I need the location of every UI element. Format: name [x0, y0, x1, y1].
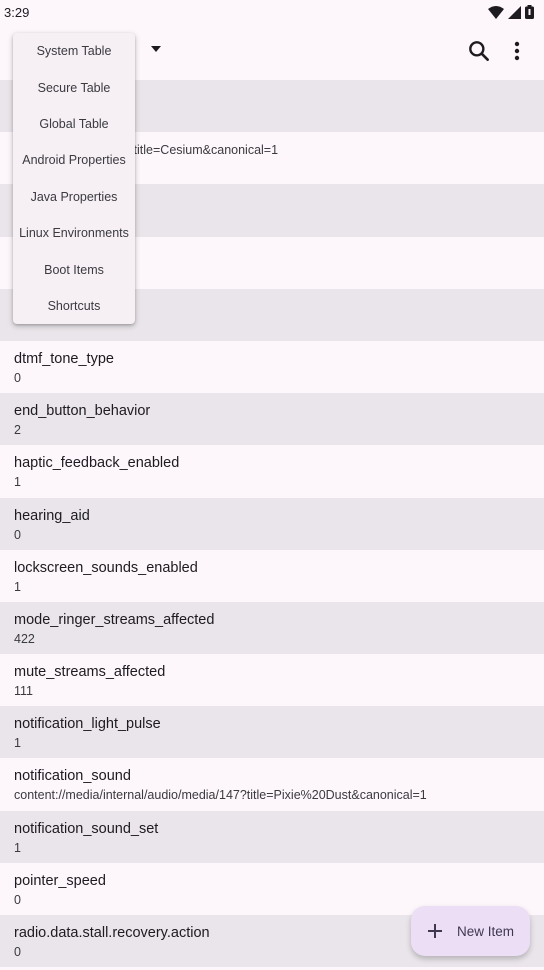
list-item-value: 1 — [14, 475, 21, 490]
list-item-key: lockscreen_sounds_enabled — [14, 559, 198, 576]
list-item-key: mode_ringer_streams_affected — [14, 611, 215, 628]
list-item[interactable]: mute_streams_affected 111 — [0, 654, 544, 706]
menu-item-linux-environments[interactable]: Linux Environments — [13, 215, 135, 251]
list-item[interactable]: notification_sound_set 1 — [0, 810, 544, 863]
list-item-key: notification_sound_set — [14, 820, 159, 837]
list-item-value: 0 — [14, 370, 21, 385]
status-bar: 3:29 — [0, 0, 544, 24]
list-item-value: 1 — [14, 736, 21, 751]
list-item-key: haptic_feedback_enabled — [14, 455, 180, 472]
list-item[interactable]: notification_sound content://media/intern… — [0, 758, 544, 810]
status-icons — [488, 5, 534, 19]
menu-item-shortcuts[interactable]: Shortcuts — [13, 288, 135, 324]
dropdown-caret-icon[interactable] — [148, 41, 164, 57]
signal-icon — [508, 5, 521, 19]
list-item-value: 2 — [14, 423, 21, 438]
list-item-key: dtmf_tone_type — [14, 350, 114, 367]
list-item-value: content://media/internal/audio/media/147… — [14, 788, 427, 803]
status-time: 3:29 — [4, 4, 30, 20]
list-item-value: 1 — [14, 579, 21, 594]
list-item[interactable]: hearing_aid 0 — [0, 497, 544, 550]
menu-item-system-table[interactable]: System Table — [13, 33, 135, 69]
wifi-icon — [488, 5, 504, 19]
list-item-key: pointer_speed — [14, 872, 106, 889]
list-item-key: hearing_aid — [14, 507, 90, 524]
more-vert-icon[interactable] — [506, 38, 528, 64]
battery-icon — [525, 5, 534, 19]
list-item-value: 1 — [14, 840, 21, 855]
new-item-button[interactable]: New Item — [411, 906, 530, 956]
list-item-key: notification_sound — [14, 768, 131, 785]
list-item-value: 111 — [14, 684, 34, 699]
menu-item-java-properties[interactable]: Java Properties — [13, 179, 135, 215]
list-item-value: 0 — [14, 527, 21, 542]
list-item-value: 422 — [14, 631, 35, 646]
menu-item-boot-items[interactable]: Boot Items — [13, 251, 135, 287]
list-item-key: notification_light_pulse — [14, 716, 161, 733]
list-item[interactable]: lockscreen_sounds_enabled 1 — [0, 550, 544, 602]
list-item[interactable]: notification_light_pulse 1 — [0, 706, 544, 759]
list-item[interactable]: haptic_feedback_enabled 1 — [0, 445, 544, 497]
table-select-menu: System Table Secure Table Global Table Andr… — [13, 33, 135, 324]
plus-icon — [428, 924, 442, 938]
list-item-key: end_button_behavior — [14, 403, 151, 420]
search-icon[interactable] — [466, 38, 492, 64]
menu-item-android-properties[interactable]: Android Properties — [13, 142, 135, 178]
list-item[interactable]: end_button_behavior 2 — [0, 393, 544, 446]
menu-item-global-table[interactable]: Global Table — [13, 106, 135, 142]
list-item-key: mute_streams_affected — [14, 664, 166, 681]
list-item[interactable]: dtmf_tone_type 0 — [0, 341, 544, 393]
menu-item-secure-table[interactable]: Secure Table — [13, 69, 135, 105]
new-item-label: New Item — [457, 923, 515, 939]
list-item[interactable]: mode_ringer_streams_affected 422 — [0, 601, 544, 655]
